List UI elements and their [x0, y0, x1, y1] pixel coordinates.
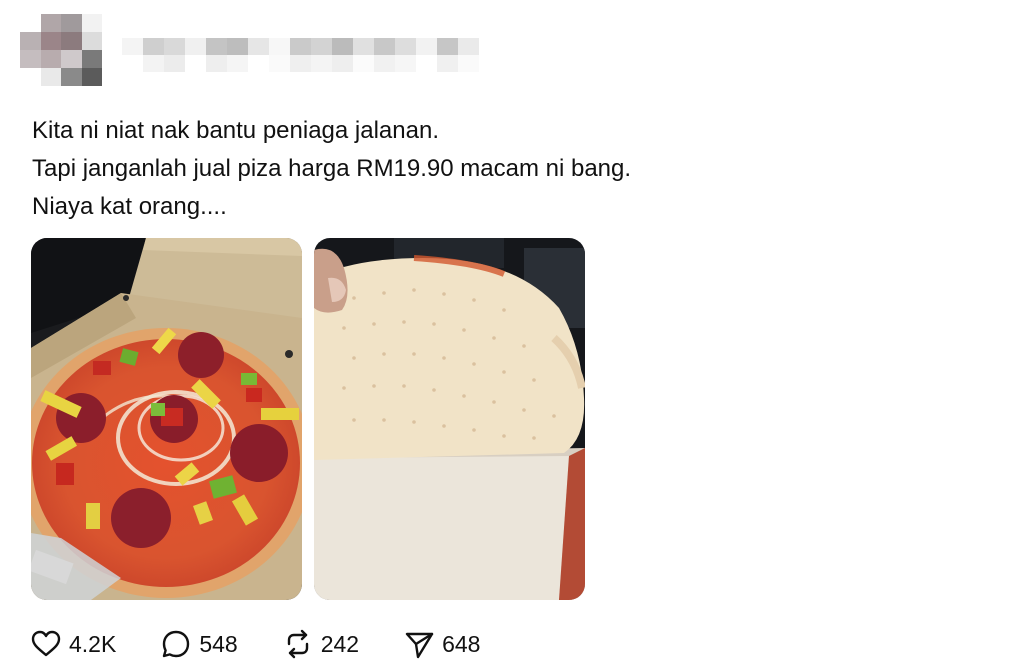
share-count: 648 [442, 630, 481, 657]
comment-bubble-icon [163, 630, 190, 658]
send-icon [405, 632, 434, 659]
post-text: Kita ni niat nak bantu peniaga jalanan. … [32, 112, 631, 226]
post-text-line: Tapi janganlah jual piza harga RM19.90 m… [32, 155, 632, 182]
repost-button[interactable]: 242 [282, 628, 359, 660]
repost-icon [287, 629, 308, 659]
reply-button[interactable]: 548 [160, 628, 238, 660]
repost-count: 242 [320, 630, 360, 657]
like-button[interactable]: 4.2K [30, 628, 116, 660]
post-text-line: Kita ni niat nak bantu peniaga jalanan. [32, 117, 439, 144]
heart-icon [31, 630, 61, 657]
action-bar: 4.2K 548 242 648 [30, 622, 524, 666]
like-count: 4.2K [69, 630, 117, 657]
reply-count: 548 [199, 630, 238, 657]
avatar[interactable] [20, 14, 102, 86]
pizza-top-photo[interactable] [31, 238, 302, 600]
post-text-line: Niaya kat orang.... [32, 193, 227, 220]
post-header [20, 14, 500, 88]
share-button[interactable]: 648 [403, 628, 480, 660]
username[interactable] [122, 38, 492, 72]
pizza-base-underside-photo[interactable] [314, 238, 585, 600]
